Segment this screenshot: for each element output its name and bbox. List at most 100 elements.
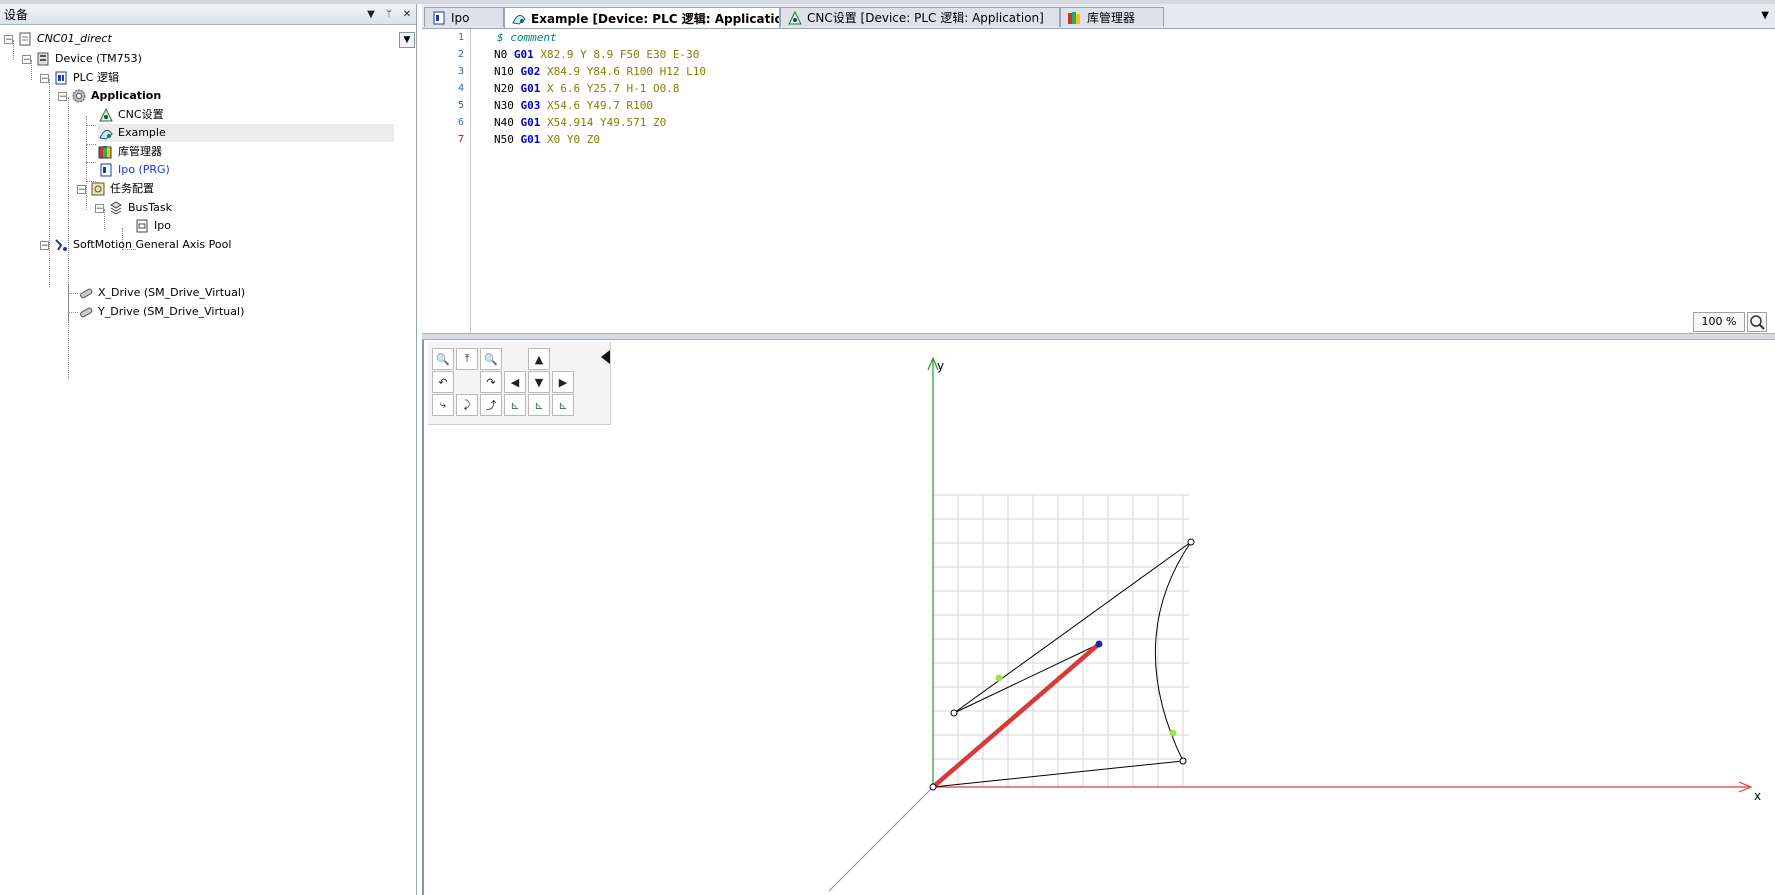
line-number: 2 — [457, 49, 464, 60]
step-forward-icon[interactable]: ▶ — [552, 371, 574, 393]
drive-icon — [78, 304, 94, 320]
tree-line — [86, 144, 96, 145]
tree-label: Application — [91, 89, 162, 102]
tree-item-cnc-settings[interactable]: CNC设置 — [98, 106, 164, 124]
tree-label: Y_Drive (SM_Drive_Virtual) — [98, 305, 245, 318]
panel-dropdown-icon[interactable]: ▼ — [362, 9, 380, 20]
device-icon — [35, 51, 51, 67]
collapse-toolbox-icon[interactable] — [601, 350, 610, 364]
line-number: 1 — [457, 32, 464, 43]
tree-item-device[interactable]: − Device (TM753) — [22, 50, 142, 68]
project-icon — [17, 31, 33, 47]
vertex — [929, 783, 937, 791]
line-number-gutter: 1 2 3 4 5 6 7 — [422, 29, 471, 333]
vertex — [950, 709, 958, 717]
y-axis-label: y — [937, 359, 944, 373]
axis-yz-icon[interactable]: ⊾ — [552, 394, 574, 416]
zoom-in-icon[interactable]: 🔍 — [432, 348, 454, 370]
rotate-left-icon[interactable]: ↶ — [432, 371, 454, 393]
panel-close-icon[interactable]: ✕ — [398, 9, 416, 20]
tree-item-bustask[interactable]: − BusTask — [95, 199, 172, 217]
program-call-icon — [134, 218, 150, 234]
line-number: 4 — [457, 83, 464, 94]
tree-item-ipo-prg[interactable]: Ipo (PRG) — [98, 161, 170, 179]
collapse-icon[interactable]: − — [40, 240, 49, 250]
panel-pin-icon[interactable]: ᛘ — [380, 9, 398, 20]
rotate-right-icon[interactable]: ↷ — [480, 371, 502, 393]
tree-dropdown-button[interactable]: ▼ — [399, 32, 415, 48]
path-left-icon[interactable]: ⤷ — [432, 394, 454, 416]
tree-item-x-drive[interactable]: X_Drive (SM_Drive_Virtual) — [78, 284, 245, 302]
tab-ipo[interactable]: Ipo — [424, 7, 504, 27]
tab-cnc-settings[interactable]: CNC设置 [Device: PLC 逻辑: Application] — [780, 7, 1060, 27]
collapse-icon[interactable]: − — [77, 184, 86, 194]
code-line: N10 G02 X84.9 Y84.6 R100 H12 L10 — [494, 65, 706, 78]
collapse-icon[interactable]: − — [22, 54, 31, 64]
tab-label: 库管理器 — [1087, 11, 1136, 25]
tree-line — [68, 284, 69, 322]
tree-item-y-drive[interactable]: Y_Drive (SM_Drive_Virtual) — [78, 303, 244, 321]
tree-label: X_Drive (SM_Drive_Virtual) — [98, 286, 246, 299]
tab-bar: Ipo Example [Device: PLC 逻辑: Application… — [422, 4, 1775, 29]
zoom-level[interactable]: 100 % — [1693, 312, 1745, 332]
tree-item-ipo-task[interactable]: Ipo — [134, 217, 171, 235]
tree-item-example[interactable]: Example — [98, 124, 394, 142]
step-back-icon[interactable]: ◀ — [504, 371, 526, 393]
tree-item-task-config[interactable]: − 任务配置 — [77, 180, 154, 198]
axis-xy-icon[interactable]: ⊾ — [504, 394, 526, 416]
tree-label: Ipo — [154, 219, 171, 232]
tree-label: PLC 逻辑 — [73, 71, 119, 84]
pan-up-icon[interactable]: ⤒ — [456, 348, 478, 370]
axis-pool-icon — [53, 237, 69, 253]
plc-logic-icon — [53, 70, 69, 86]
path-mid-icon[interactable]: ⤸ — [456, 394, 478, 416]
code-line: N20 G01 X 6.6 Y25.7 H-1 O0.8 — [494, 82, 680, 95]
tree-item-root[interactable]: − CNC01_direct — [4, 30, 112, 48]
line-number: 3 — [457, 66, 464, 77]
cnc-settings-icon — [787, 10, 803, 26]
z-axis — [828, 786, 934, 892]
tree-item-axis-pool[interactable]: − SoftMotion General Axis Pool — [40, 236, 231, 254]
code-comment: $ comment — [497, 31, 557, 44]
zoom-magnifier-icon[interactable] — [1747, 312, 1767, 332]
code-line: N0 G01 X82.9 Y 8.9 F50 E30 E-30 — [494, 48, 700, 61]
line-number: 5 — [457, 100, 464, 111]
tab-library-manager[interactable]: 库管理器 — [1060, 7, 1164, 27]
tree-item-library-manager[interactable]: 库管理器 — [98, 143, 162, 161]
library-books-icon — [1067, 10, 1083, 26]
collapse-icon[interactable]: − — [58, 91, 67, 101]
path-right-icon[interactable]: ⤴ — [480, 394, 502, 416]
tree-line — [68, 293, 78, 294]
tree-label: Device (TM753) — [55, 52, 142, 65]
collapse-icon[interactable]: − — [4, 34, 13, 44]
home-top-icon[interactable]: ▲ — [528, 348, 550, 370]
tab-label: Example [Device: PLC 逻辑: Application] — [531, 11, 780, 26]
line-number: 6 — [457, 117, 464, 128]
editor-splitter[interactable] — [422, 333, 1775, 340]
collapse-icon[interactable]: − — [40, 73, 49, 83]
tree-label: 库管理器 — [118, 145, 162, 158]
task-icon — [108, 200, 124, 216]
line-number: 7 — [457, 134, 464, 145]
code-editor[interactable]: 1 2 3 4 5 6 7 $ comment N0 G01 X82.9 Y 8… — [422, 29, 1775, 333]
devices-panel-title: 设备 — [4, 7, 29, 22]
tree-label: BusTask — [128, 201, 172, 214]
zoom-out-icon[interactable]: 🔍 — [480, 348, 502, 370]
devices-panel-header: 设备 ▼ ᛘ ✕ — [0, 4, 416, 25]
devices-panel: 设备 ▼ ᛘ ✕ ▼ − CNC01_direct − Device (TM75… — [0, 4, 417, 895]
step-down-icon[interactable]: ▼ — [528, 371, 550, 393]
collapse-icon[interactable]: − — [95, 203, 104, 213]
tree-label: Example — [118, 126, 166, 139]
path-vertices — [929, 538, 1195, 791]
cnc-program-icon — [511, 10, 527, 26]
path-segment-n30 — [953, 643, 1100, 714]
axis-xz-icon[interactable]: ⊾ — [528, 394, 550, 416]
tree-item-plc[interactable]: − PLC 逻辑 — [40, 69, 119, 87]
vertex — [1187, 538, 1195, 546]
code-line: N30 G03 X54.6 Y49.7 R100 — [494, 99, 653, 112]
tab-example[interactable]: Example [Device: PLC 逻辑: Application] ✕ — [504, 7, 780, 28]
current-position-marker — [1095, 640, 1103, 648]
tree-item-application[interactable]: − Application — [58, 87, 161, 105]
cnc-3d-viewer[interactable]: x y 🔍 ⤒ 🔍 ▲ ↶ ↷ ◀ ▼ ▶ ⤷ ⤸ ⤴ ⊾ ⊾ ⊾ — [422, 340, 1775, 895]
tab-list-dropdown-icon[interactable]: ▼ — [1761, 10, 1769, 21]
